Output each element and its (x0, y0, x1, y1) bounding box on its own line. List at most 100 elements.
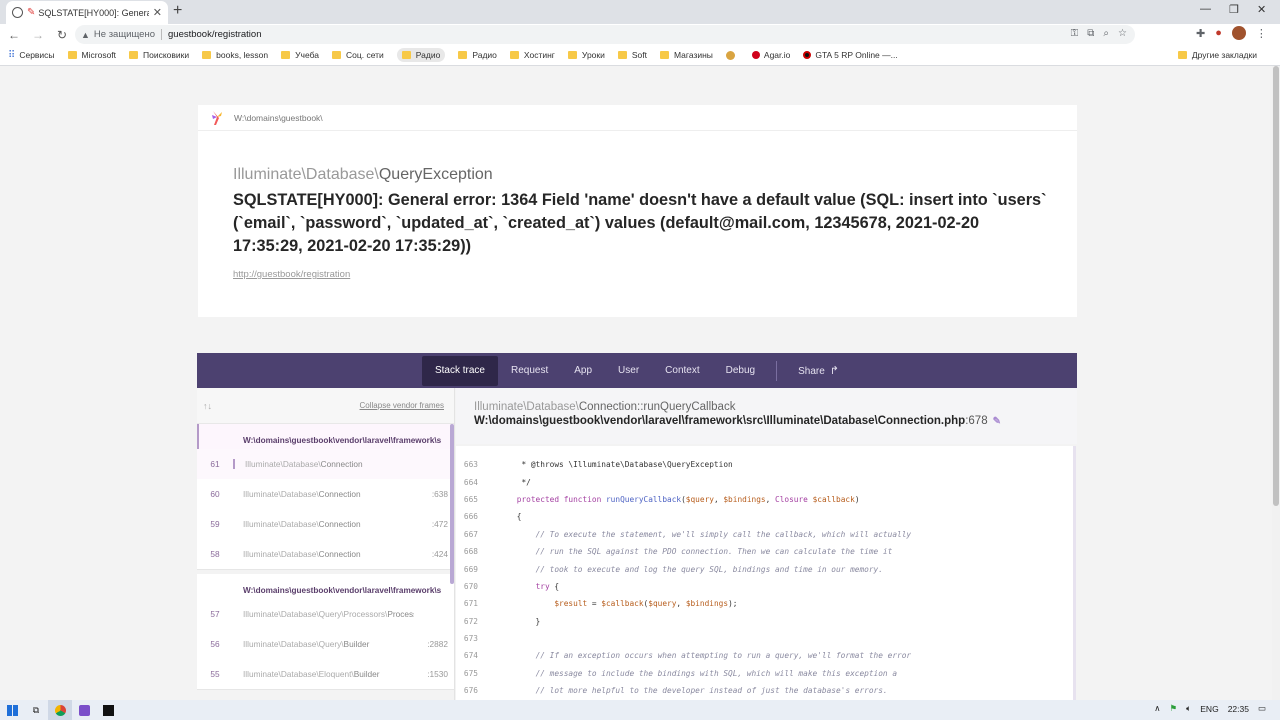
profile-avatar[interactable] (1231, 26, 1246, 40)
bookmark-folder[interactable]: Магазины (660, 50, 713, 60)
site-face-icon (725, 50, 735, 60)
vendor-frame-group[interactable]: W:\domains\guestbook\vendor\laravel\fram… (197, 424, 454, 570)
card-top-bar: W:\domains\guestbook\ (198, 105, 1077, 131)
frame-row-58[interactable]: 58 Illuminate\Database\Connection :424 (197, 539, 454, 569)
bookmark-folder[interactable]: Soft (617, 50, 647, 60)
frame-file: W:\domains\guestbook\vendor\laravel\fram… (474, 415, 1077, 427)
extensions-icon[interactable]: ✚ (1196, 27, 1205, 40)
bookmark-gta[interactable]: GTA 5 RP Online —... (803, 50, 898, 60)
app-taskbar-icon[interactable] (72, 700, 96, 720)
vendor-frame-group[interactable]: W:\domains\guestbook\vendor\laravel\fram… (197, 574, 454, 690)
tab-app[interactable]: App (561, 356, 605, 386)
new-tab-button[interactable]: + (173, 2, 182, 20)
line-number: 675 (463, 668, 478, 678)
tab-user[interactable]: User (605, 356, 652, 386)
bookmark-services[interactable]: ⠿ Сервисы (8, 50, 55, 61)
task-view-icon[interactable]: ⧉ (24, 700, 48, 720)
ide-taskbar-icon[interactable] (96, 700, 120, 720)
zoom-icon[interactable]: ⌕ (1103, 28, 1109, 39)
bookmark-folder[interactable]: Уроки (567, 50, 605, 60)
frame-row-59[interactable]: 59 Illuminate\Database\Connection :472 (197, 509, 454, 539)
extension-red-icon[interactable]: ● (1215, 27, 1222, 39)
tab-request[interactable]: Request (498, 356, 561, 386)
bookmark-folder[interactable]: Учеба (281, 50, 319, 60)
tab-debug[interactable]: Debug (713, 356, 768, 386)
volume-icon[interactable]: 🔈︎ (1186, 703, 1191, 714)
frame-row-57[interactable]: 57 Illuminate\Database\Query\Processors\… (197, 599, 454, 629)
bookmark-site[interactable] (725, 50, 739, 60)
line-source: // To execute the statement, we'll simpl… (535, 529, 912, 539)
bookmark-folder[interactable]: Microsoft (67, 50, 116, 60)
minimize-button[interactable]: — (1200, 3, 1211, 15)
flag-icon[interactable]: ⚑ (1170, 703, 1178, 714)
page-scrollbar[interactable] (1272, 66, 1280, 700)
star-icon[interactable]: ☆ (1118, 28, 1127, 39)
line-number: 670 (463, 581, 478, 591)
line-number: 671 (463, 599, 478, 609)
folder-icon (617, 51, 627, 59)
frame-row-55[interactable]: 55 Illuminate\Database\Eloquent\Builder … (197, 659, 454, 689)
frame-namespace: Illuminate\Database\ (245, 459, 321, 469)
tab-context[interactable]: Context (652, 356, 712, 386)
bookmark-folder[interactable]: books, lesson (202, 50, 268, 60)
frame-class: Illuminate\Database\Connection (233, 489, 414, 499)
forward-icon[interactable]: → (28, 28, 48, 42)
tab-close-icon[interactable]: ✕ (153, 6, 162, 19)
bookmark-folder[interactable]: Поисковики (129, 50, 189, 60)
frame-nav-arrows-icon[interactable]: ↑↓ (203, 401, 212, 411)
line-source: // If an exception occurs when attemptin… (535, 651, 912, 661)
frame-namespace: Illuminate\Database\ (243, 519, 319, 529)
windows-logo-icon (6, 704, 18, 716)
tray-chevron-icon[interactable]: ∧ (1154, 703, 1160, 714)
collapse-vendor-frames-link[interactable]: Collapse vendor frames (360, 401, 444, 410)
frame-row-61[interactable]: 61 Illuminate\Database\Connection (197, 449, 454, 479)
frame-row-60[interactable]: 60 Illuminate\Database\Connection :638 (197, 479, 454, 509)
agario-icon (751, 51, 760, 59)
bookmark-folder[interactable]: Хостинг (509, 50, 555, 60)
start-button[interactable] (0, 700, 24, 720)
folder-icon (660, 51, 669, 59)
folder-icon (1177, 51, 1187, 59)
page-scroll-thumb[interactable] (1273, 66, 1279, 506)
error-tabbar: Stack trace Request App User Context Deb… (197, 353, 1077, 388)
frame-row-56[interactable]: 56 Illuminate\Database\Query\Builder :28… (197, 629, 454, 659)
bookmark-folder[interactable]: Радио (458, 50, 497, 60)
bookmark-agario[interactable]: Agar.io (751, 50, 790, 60)
chrome-taskbar-icon[interactable] (48, 700, 72, 720)
back-icon[interactable]: ← (4, 28, 24, 42)
browser-tab[interactable]: ✎ SQLSTATE[HY000]: General e ✕ (6, 1, 168, 24)
frame-method: Illuminate\Database\Connection::runQuery… (474, 401, 1077, 413)
close-window-button[interactable]: ✕ (1257, 3, 1266, 16)
tab-stack-trace[interactable]: Stack trace (421, 355, 498, 386)
clock[interactable]: 22:35 (1228, 704, 1249, 714)
address-bar[interactable]: ▲ Не защищено guestbook/registration ⚿ ⧉… (75, 25, 1135, 44)
address-separator (161, 29, 162, 40)
exception-message: SQLSTATE[HY000]: General error: 1364 Fie… (233, 191, 1047, 255)
maximize-button[interactable]: ❐ (1229, 3, 1239, 16)
line-number: 663 (463, 460, 478, 470)
bookmark-other[interactable]: Другие закладки (1177, 50, 1257, 60)
frame-class-name: Connection (320, 459, 363, 469)
url-text[interactable]: guestbook/registration (168, 29, 261, 40)
frame-class: Illuminate\Database\Connection (233, 459, 414, 469)
line-source: */ (498, 477, 531, 487)
notifications-icon[interactable]: ▭ (1258, 703, 1266, 714)
key-icon[interactable]: ⚿ (1071, 28, 1079, 39)
line-number: 665 (463, 494, 478, 504)
menu-icon[interactable]: ⋮ (1256, 27, 1267, 40)
folder-icon (567, 51, 577, 59)
stack-frames-panel: ↑↓ Collapse vendor frames W:\domains\gue… (197, 388, 455, 700)
request-url-link[interactable]: http://guestbook/registration (233, 269, 350, 280)
tab-share[interactable]: Share ↱ (785, 356, 852, 386)
code-line: 675 // message to include the bindings w… (456, 665, 1074, 682)
code-line: 673 (456, 630, 1074, 647)
bookmark-folder[interactable]: Радио (396, 48, 446, 62)
translate-icon[interactable]: ⧉ (1087, 28, 1094, 39)
frames-header: ↑↓ Collapse vendor frames (197, 388, 454, 424)
reload-icon[interactable]: ↻ (52, 28, 72, 42)
frames-scrollbar[interactable] (450, 424, 454, 584)
code-scrollbar[interactable] (1073, 446, 1076, 700)
pencil-icon[interactable]: ✎ (993, 416, 1001, 427)
language-indicator[interactable]: ENG (1200, 704, 1218, 714)
bookmark-folder[interactable]: Соц. сети (332, 50, 384, 60)
